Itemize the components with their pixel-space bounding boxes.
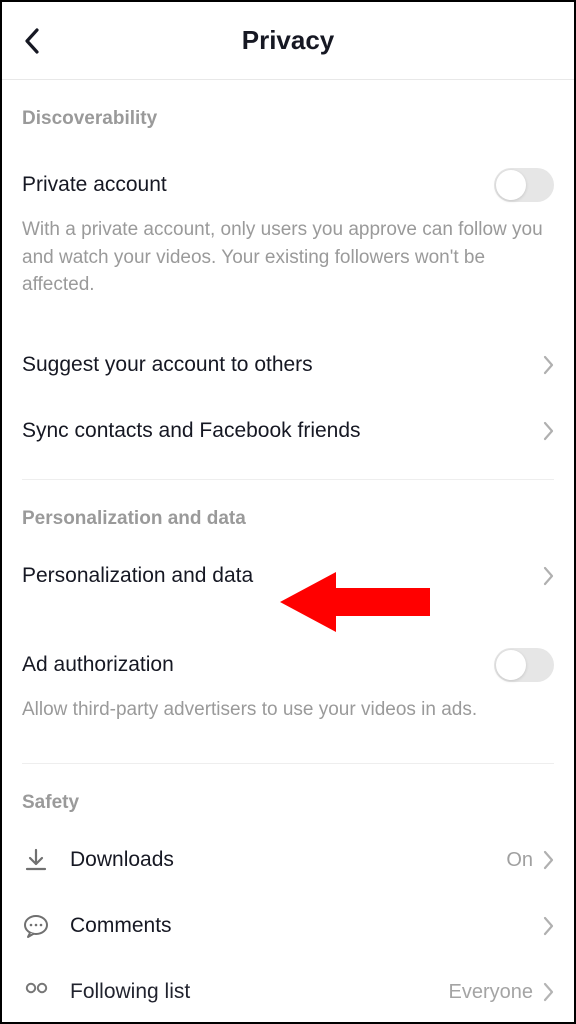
chevron-right-icon: [543, 355, 554, 375]
private-account-row[interactable]: Private account: [2, 154, 574, 216]
downloads-label: Downloads: [70, 848, 174, 872]
personalization-data-label: Personalization and data: [22, 564, 253, 588]
chevron-right-icon: [543, 421, 554, 441]
section-header-safety: Safety: [2, 772, 574, 830]
page-title: Privacy: [242, 25, 335, 56]
downloads-row[interactable]: Downloads On: [2, 830, 574, 890]
sync-contacts-label: Sync contacts and Facebook friends: [22, 419, 361, 443]
chevron-left-icon: [24, 27, 40, 55]
following-list-value: Everyone: [449, 981, 534, 1004]
ad-authorization-description: Allow third-party advertisers to use you…: [2, 696, 574, 746]
chevron-right-icon: [543, 850, 554, 870]
following-list-icon: [22, 982, 50, 1002]
ad-authorization-toggle[interactable]: [494, 648, 554, 682]
ad-authorization-row[interactable]: Ad authorization: [2, 634, 574, 696]
private-account-label: Private account: [22, 173, 167, 197]
ad-authorization-label: Ad authorization: [22, 653, 174, 677]
suggest-account-row[interactable]: Suggest your account to others: [2, 335, 574, 395]
following-list-label: Following list: [70, 980, 190, 1004]
sync-contacts-row[interactable]: Sync contacts and Facebook friends: [2, 401, 574, 461]
suggest-account-label: Suggest your account to others: [22, 353, 313, 377]
following-list-row[interactable]: Following list Everyone: [2, 962, 574, 1022]
private-account-toggle[interactable]: [494, 168, 554, 202]
comment-icon: [22, 913, 50, 939]
comments-label: Comments: [70, 914, 172, 938]
comments-row[interactable]: Comments: [2, 896, 574, 956]
downloads-value: On: [506, 849, 533, 872]
chevron-right-icon: [543, 566, 554, 586]
section-header-discoverability: Discoverability: [2, 80, 574, 154]
chevron-right-icon: [543, 982, 554, 1002]
download-icon: [22, 847, 50, 873]
section-header-personalization: Personalization and data: [2, 488, 574, 546]
personalization-data-row[interactable]: Personalization and data: [2, 546, 574, 606]
chevron-right-icon: [543, 916, 554, 936]
private-account-description: With a private account, only users you a…: [2, 216, 574, 321]
back-button[interactable]: [24, 27, 40, 55]
